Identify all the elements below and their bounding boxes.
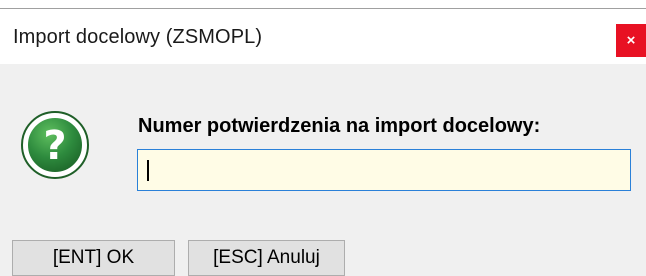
ok-button-label: [ENT] OK (52, 247, 135, 268)
cancel-button-label: [ESC] Anuluj (213, 247, 320, 268)
button-bar: [ENT] OK [ESC] Anuluj (0, 235, 646, 276)
question-icon: ? (21, 111, 89, 179)
close-icon: × (626, 32, 636, 49)
confirmation-number-input[interactable] (137, 149, 631, 191)
dialog-body: ? Numer potwierdzenia na import docelowy… (0, 65, 646, 235)
cancel-button[interactable]: [ESC] Anuluj (188, 240, 345, 276)
title-bar[interactable]: Import docelowy (ZSMOPL) × (0, 9, 646, 64)
input-prompt-label: Numer potwierdzenia na import docelowy: (138, 115, 541, 137)
text-caret (147, 160, 149, 181)
import-dialog: Import docelowy (ZSMOPL) × ? Numer potwi… (0, 8, 646, 276)
close-button[interactable]: × (616, 24, 646, 57)
window-title: Import docelowy (ZSMOPL) (13, 26, 263, 48)
svg-text:?: ? (43, 123, 66, 169)
ok-button[interactable]: [ENT] OK (12, 240, 175, 276)
